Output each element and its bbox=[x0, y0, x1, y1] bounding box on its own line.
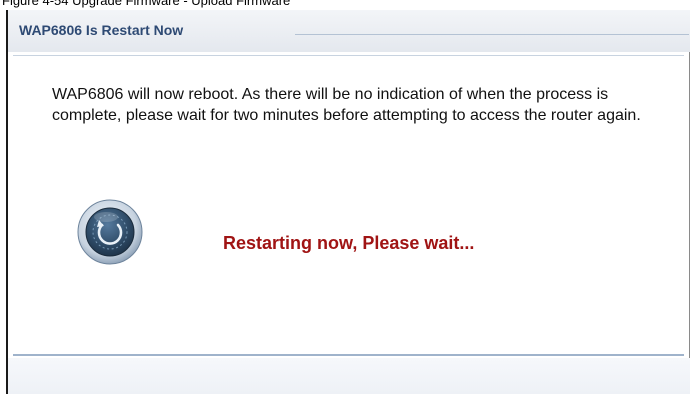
dialog-title: WAP6806 Is Restart Now bbox=[19, 22, 184, 38]
title-divider bbox=[295, 34, 689, 35]
restarting-status: Restarting now, Please wait... bbox=[223, 233, 475, 253]
restart-gauge-icon bbox=[77, 199, 143, 265]
page-caption: Figure 4-54 Upgrade Firmware - Upload Fi… bbox=[2, 0, 291, 8]
dialog-header: WAP6806 Is Restart Now bbox=[8, 10, 690, 52]
restart-dialog: WAP6806 Is Restart Now WAP6806 will now … bbox=[6, 10, 690, 394]
restart-message: WAP6806 will now reboot. As there will b… bbox=[52, 86, 641, 124]
dialog-content: WAP6806 will now reboot. As there will b… bbox=[13, 55, 684, 356]
page-caption-strip: Figure 4-54 Upgrade Firmware - Upload Fi… bbox=[0, 0, 694, 10]
dialog-footer bbox=[8, 358, 690, 394]
